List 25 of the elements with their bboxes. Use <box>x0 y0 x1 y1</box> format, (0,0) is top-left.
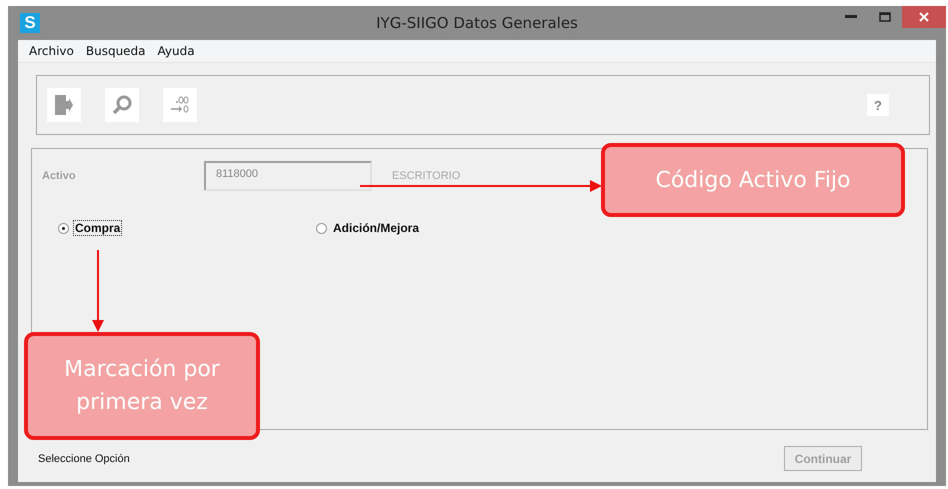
app-icon: S <box>20 13 40 33</box>
menu-item[interactable]: Ayuda <box>152 44 200 58</box>
decimal-button[interactable] <box>163 88 197 122</box>
menu-item[interactable]: Busqueda <box>80 44 151 58</box>
radio-option[interactable]: Adición/Mejora <box>316 221 516 235</box>
close-button[interactable] <box>902 6 946 28</box>
search-icon <box>112 95 132 115</box>
status-text: Seleccione Opción <box>38 452 130 464</box>
close-icon <box>919 12 929 22</box>
callout-box: Marcación por primera vez <box>24 332 260 440</box>
search-button[interactable] <box>105 88 139 122</box>
field-label: Activo <box>41 170 77 182</box>
decimal-arrow-icon <box>170 96 190 114</box>
radio-button[interactable] <box>58 222 69 234</box>
exit-button[interactable] <box>47 88 81 122</box>
help-button[interactable]: ? <box>867 94 889 116</box>
radio-button[interactable] <box>316 222 327 234</box>
radio-option[interactable]: Compra <box>58 221 316 235</box>
window-title: IYG-SIIGO Datos Generales <box>376 14 578 32</box>
maximize-icon <box>879 12 891 22</box>
asset-description: ESCRITORIO <box>392 170 460 182</box>
menu-item[interactable]: Archivo <box>24 44 79 58</box>
callout-box: Código Activo Fijo <box>601 143 905 217</box>
exit-icon <box>55 95 73 115</box>
minimize-icon <box>845 15 857 19</box>
